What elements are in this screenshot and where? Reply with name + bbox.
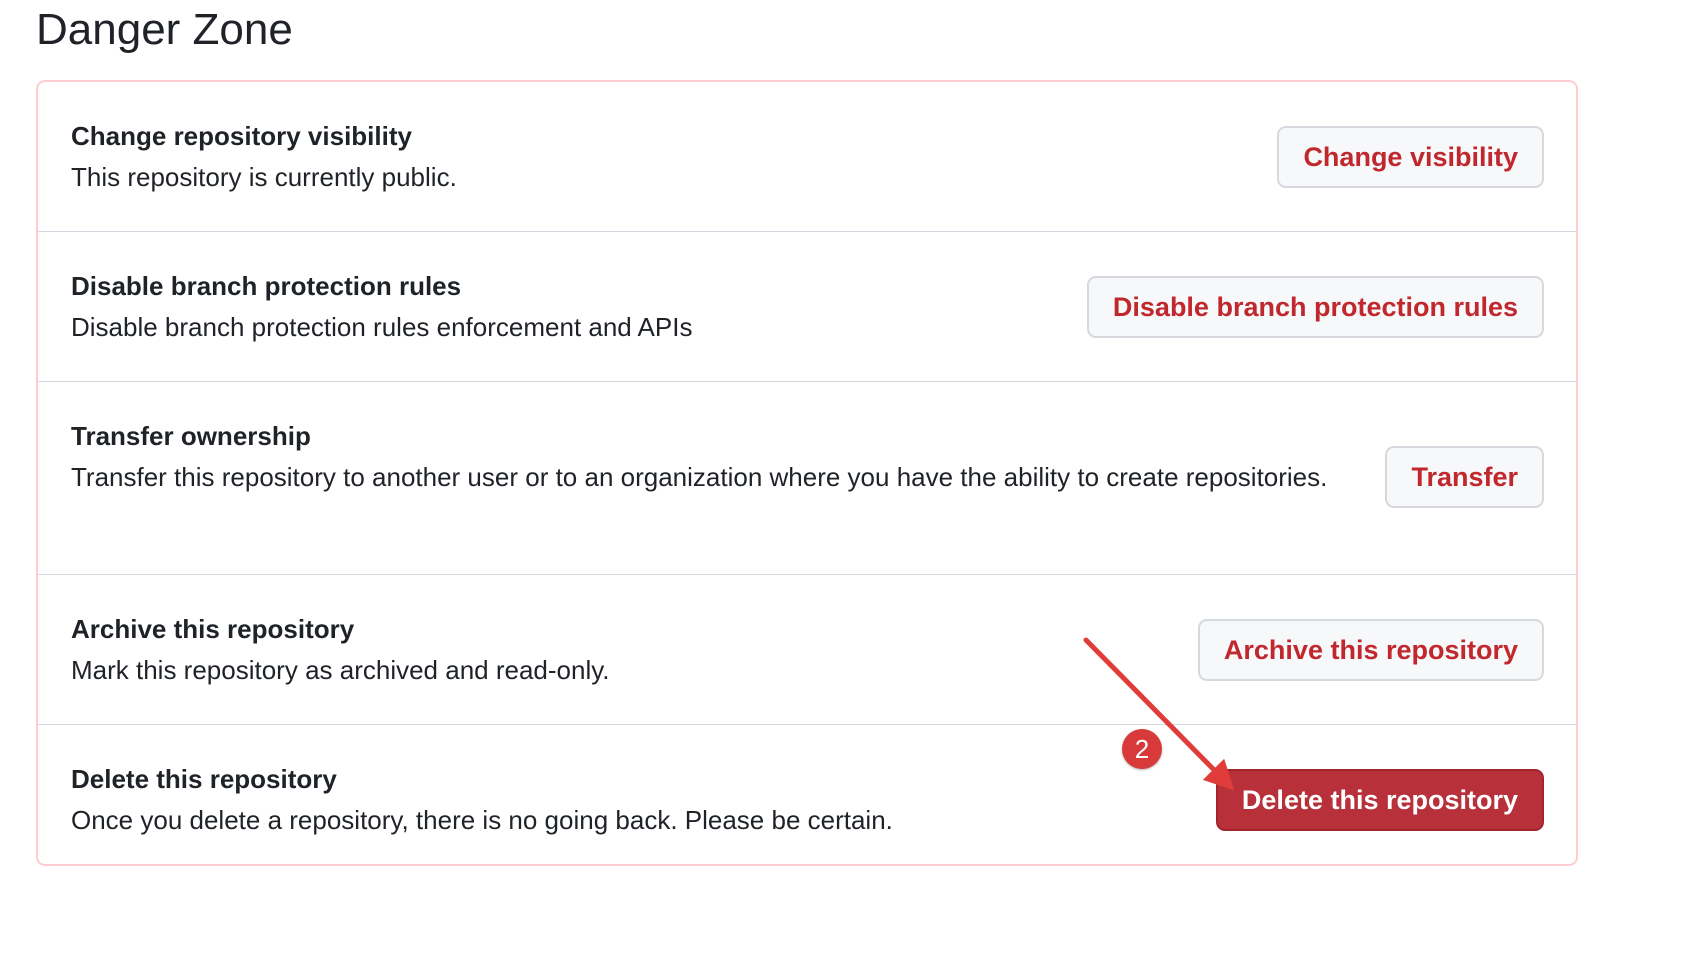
setting-row-delete: Delete this repository Once you delete a… [38,725,1576,866]
transfer-button[interactable]: Transfer [1385,446,1544,508]
setting-row-text: Archive this repository Mark this reposi… [71,609,610,691]
setting-row-text: Change repository visibility This reposi… [71,116,457,198]
setting-row-archive: Archive this repository Mark this reposi… [38,575,1576,725]
setting-row-visibility: Change repository visibility This reposi… [38,82,1576,232]
step-badge: 2 [1122,729,1162,769]
archive-repository-button[interactable]: Archive this repository [1197,619,1544,681]
setting-description: Mark this repository as archived and rea… [71,655,610,685]
setting-row-branch-protection: Disable branch protection rules Disable … [38,232,1576,382]
setting-title: Delete this repository [71,764,337,794]
setting-row-text: Transfer ownership Transfer this reposit… [71,416,1331,498]
setting-description: Transfer this repository to another user… [71,462,1328,492]
setting-row-transfer: Transfer ownership Transfer this reposit… [38,382,1576,575]
setting-row-text: Delete this repository Once you delete a… [71,759,893,841]
setting-description: Once you delete a repository, there is n… [71,805,893,835]
page-title: Danger Zone [36,5,293,54]
setting-description: Disable branch protection rules enforcem… [71,312,693,342]
setting-title: Transfer ownership [71,421,311,451]
setting-row-text: Disable branch protection rules Disable … [71,266,692,348]
setting-title: Archive this repository [71,614,355,644]
setting-title: Disable branch protection rules [71,271,462,301]
setting-description: This repository is currently public. [71,162,457,192]
danger-zone-box: Change repository visibility This reposi… [36,80,1578,866]
change-visibility-button[interactable]: Change visibility [1277,126,1544,188]
setting-title: Change repository visibility [71,121,412,151]
disable-branch-protection-button[interactable]: Disable branch protection rules [1086,276,1544,338]
delete-repository-button[interactable]: Delete this repository [1215,769,1544,831]
